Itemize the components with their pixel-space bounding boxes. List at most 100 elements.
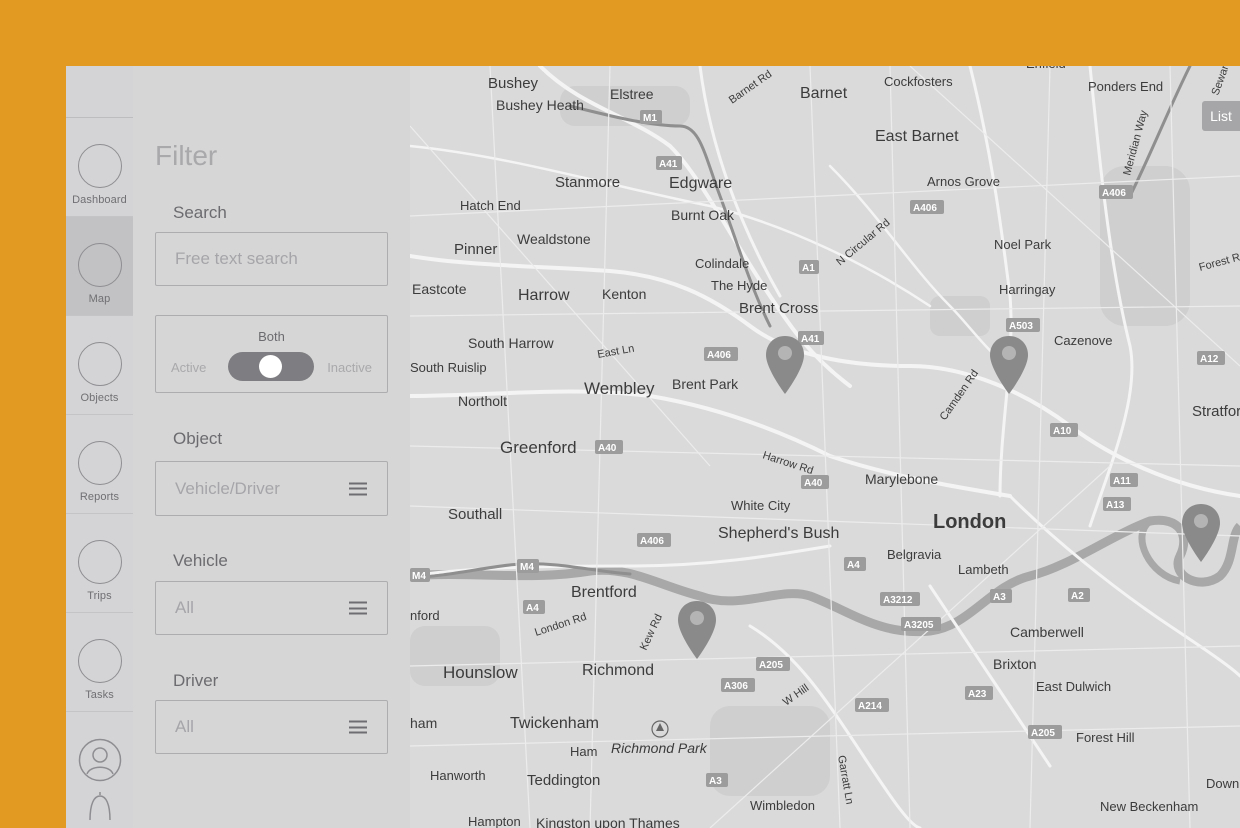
search-input[interactable]: Free text search [155,232,388,286]
svg-text:Bushey Heath: Bushey Heath [496,97,584,113]
svg-text:Teddington: Teddington [527,772,600,789]
svg-text:Harringay: Harringay [999,282,1056,297]
objects-icon [77,342,122,386]
location-pin-icon[interactable] [989,334,1029,396]
svg-text:A3: A3 [993,592,1006,603]
location-pin-icon[interactable] [765,334,805,396]
svg-text:Brentford: Brentford [571,584,637,601]
svg-text:A503: A503 [1009,321,1033,332]
menu-icon [349,720,367,734]
svg-text:A406: A406 [1102,188,1126,199]
header-band [0,0,1240,66]
svg-text:Stratford: Stratford [1192,403,1240,420]
svg-text:A406: A406 [640,536,664,547]
svg-text:Downh: Downh [1206,776,1240,791]
nav-label: Objects [80,392,119,404]
svg-text:Marylebone: Marylebone [865,471,938,487]
svg-text:Barnet: Barnet [800,85,848,102]
svg-text:Noel Park: Noel Park [994,237,1052,252]
svg-text:Stanmore: Stanmore [555,174,620,191]
svg-text:Elstree: Elstree [610,86,654,102]
nav-label: Tasks [85,689,114,701]
svg-text:A3205: A3205 [904,620,934,631]
nav-item-trips[interactable]: Trips [66,514,133,613]
svg-text:A40: A40 [804,478,823,489]
toggle-left-label: Active [171,360,207,375]
svg-text:Bushey: Bushey [488,75,539,92]
svg-text:The Hyde: The Hyde [711,278,767,293]
svg-text:Shepherd's Bush: Shepherd's Bush [718,525,839,542]
search-placeholder: Free text search [175,249,298,268]
svg-text:A4: A4 [847,560,860,571]
svg-text:A306: A306 [724,681,748,692]
svg-text:Pinner: Pinner [454,241,497,258]
svg-text:A406: A406 [913,203,937,214]
menu-icon [349,482,367,495]
svg-text:A23: A23 [968,689,987,700]
driver-label: Driver [173,671,219,690]
svg-text:A4: A4 [526,603,539,614]
map-icon [77,243,122,287]
notifications-button[interactable] [66,782,133,820]
svg-text:Wembley: Wembley [584,379,655,398]
svg-text:East Barnet: East Barnet [875,128,959,145]
svg-text:A3212: A3212 [883,595,913,606]
vehicle-label: Vehicle [173,551,228,570]
vehicle-select[interactable]: All [155,581,388,635]
nav-top-spacer [66,66,133,118]
svg-text:Forest Hill: Forest Hill [1076,730,1135,745]
svg-text:Brent Park: Brent Park [672,376,739,392]
svg-text:Ham: Ham [570,744,597,759]
location-pin-icon[interactable] [677,599,717,661]
object-label: Object [173,429,223,448]
active-inactive-toggle[interactable] [228,352,314,381]
map-canvas: Bushey Bushey Heath Elstree Barnet Cockf… [410,66,1240,828]
driver-select[interactable]: All [155,700,388,754]
search-label: Search [173,203,227,222]
location-pin-icon[interactable] [1181,502,1221,564]
svg-text:A11: A11 [1113,476,1131,487]
nav-item-dashboard[interactable]: Dashboard [66,118,133,217]
svg-text:Hanworth: Hanworth [430,768,486,783]
object-select-value: Vehicle/Driver [175,478,280,498]
svg-text:A40: A40 [598,443,617,454]
svg-text:Cockfosters: Cockfosters [884,74,953,89]
nav-label: Trips [87,590,112,602]
svg-text:A205: A205 [1031,728,1055,739]
svg-text:Wimbledon: Wimbledon [750,798,815,813]
svg-text:Lambeth: Lambeth [958,562,1009,577]
svg-text:Hatch End: Hatch End [460,198,521,213]
svg-text:Harrow: Harrow [518,287,570,304]
list-view-button[interactable]: List [1202,101,1240,131]
svg-text:Kenton: Kenton [602,286,646,302]
user-profile-button[interactable] [66,712,133,782]
nav-item-reports[interactable]: Reports [66,415,133,514]
svg-text:Richmond Park: Richmond Park [611,740,708,756]
driver-select-value: All [175,717,194,736]
nav-item-objects[interactable]: Objects [66,316,133,415]
object-select[interactable]: Vehicle/Driver [155,461,388,516]
svg-text:A41: A41 [659,159,678,170]
filter-panel: Filter Search Free text search Both Acti… [133,66,410,828]
svg-text:Eastcote: Eastcote [412,281,467,297]
nav-item-map[interactable]: Map [66,217,133,316]
app-window: Dashboard Map Objects Reports Trips Task… [66,66,1240,828]
svg-text:London: London [933,511,1006,533]
svg-text:Hounslow: Hounslow [443,663,518,682]
tasks-icon [77,639,122,683]
svg-text:Burnt Oak: Burnt Oak [671,207,735,223]
dashboard-icon [77,144,122,188]
toggle-knob [259,355,282,378]
svg-text:A205: A205 [759,660,783,671]
svg-text:M4: M4 [412,571,426,582]
svg-text:A13: A13 [1106,500,1125,511]
nav-label: Reports [79,491,120,503]
map-view[interactable]: Bushey Bushey Heath Elstree Barnet Cockf… [410,66,1240,828]
svg-text:South Ruislip: South Ruislip [410,360,487,375]
svg-text:Kingston upon Thames: Kingston upon Thames [536,815,680,828]
status-toggle-group: Both Active Inactive [155,315,388,393]
nav-item-tasks[interactable]: Tasks [66,613,133,712]
svg-text:South Harrow: South Harrow [468,335,554,351]
svg-text:New Beckenham: New Beckenham [1100,799,1198,814]
filter-title: Filter [155,140,218,171]
